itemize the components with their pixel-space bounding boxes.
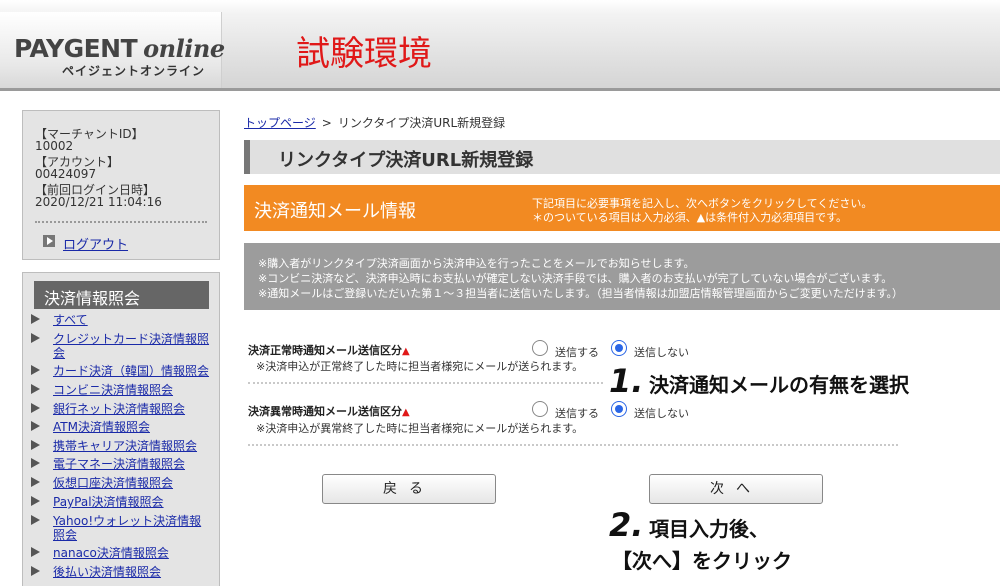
notice-line: ※コンビニ決済など、決済申込時にお支払いが確定しない決済手段では、購入者のお支払…	[258, 272, 893, 285]
sidebar-item[interactable]: Yahoo!ウォレット決済情報照会	[31, 514, 211, 542]
triangle-right-icon	[31, 403, 40, 413]
header: PAYGENT online ペイジェントオンライン 試験環境	[0, 0, 1000, 90]
triangle-right-icon	[31, 566, 40, 576]
merchant-id-value: 10002	[35, 139, 74, 153]
triangle-right-icon	[31, 440, 40, 450]
error-mail-send-label[interactable]: 送信する	[555, 405, 599, 421]
header-divider	[0, 88, 1000, 91]
last-login-value: 2020/12/21 11:04:16	[35, 195, 162, 209]
triangle-right-icon	[31, 515, 40, 525]
normal-mail-nosend-label[interactable]: 送信しない	[634, 344, 689, 360]
environment-title: 試験環境	[296, 34, 432, 74]
divider	[35, 221, 207, 223]
section-header: 決済通知メール情報 下記項目に必要事項を記入し、次へボタンをクリックしてください…	[244, 185, 1000, 231]
triangle-right-icon	[31, 458, 40, 468]
menu-title: 決済情報照会	[34, 281, 209, 309]
logout-link[interactable]: ログアウト	[63, 234, 128, 253]
triangle-right-icon	[31, 384, 40, 394]
error-mail-label: 決済異常時通知メール送信区分▲	[248, 405, 410, 418]
error-mail-send-radio[interactable]	[532, 401, 548, 417]
account-value: 00424097	[35, 167, 97, 181]
sidebar-item[interactable]: クレジットカード決済情報照会	[31, 332, 211, 360]
triangle-right-icon	[31, 547, 40, 557]
breadcrumb: トップページ > リンクタイプ決済URL新規登録	[244, 114, 505, 131]
breadcrumb-home-link[interactable]: トップページ	[244, 116, 316, 130]
sidebar-item[interactable]: 銀行ネット決済情報照会	[31, 402, 211, 416]
error-mail-nosend-radio[interactable]	[611, 401, 627, 417]
section-title: 決済通知メール情報	[254, 201, 416, 222]
sidebar-item[interactable]: 電子マネー決済情報照会	[31, 457, 211, 471]
arrow-right-icon	[43, 235, 55, 247]
error-mail-nosend-label[interactable]: 送信しない	[634, 405, 689, 421]
logo[interactable]: PAYGENT online ペイジェントオンライン	[0, 12, 225, 88]
triangle-right-icon	[31, 333, 40, 343]
triangle-right-icon	[31, 421, 40, 431]
notice-line: ※購入者がリンクタイプ決済画面から決済申込を行ったことをメールでお知らせします。	[258, 257, 695, 270]
sidebar-item[interactable]: 後払い決済情報照会	[31, 565, 211, 579]
normal-mail-nosend-radio[interactable]	[611, 340, 627, 356]
logo-subtext: ペイジェントオンライン	[62, 64, 206, 78]
page-title-bar: リンクタイプ決済URL新規登録	[244, 140, 1000, 174]
sidebar-menu: 決済情報照会 すべて クレジットカード決済情報照会 カード決済（韓国）情報照会 …	[22, 272, 220, 586]
sidebar-item[interactable]: ATM決済情報照会	[31, 420, 211, 434]
triangle-right-icon	[31, 365, 40, 375]
breadcrumb-current: リンクタイプ決済URL新規登録	[337, 116, 506, 130]
divider	[248, 444, 898, 446]
breadcrumb-separator: >	[321, 116, 332, 130]
normal-mail-send-label[interactable]: 送信する	[555, 344, 599, 360]
next-button[interactable]: 次へ	[649, 474, 823, 504]
notice-line: ※通知メールはご登録いただいた第１～３担当者に送信いたします。（担当者情報は加盟…	[258, 287, 904, 300]
sidebar-item[interactable]: コンビニ決済情報照会	[31, 383, 211, 397]
divider	[248, 382, 603, 384]
notice-box: ※購入者がリンクタイプ決済画面から決済申込を行ったことをメールでお知らせします。…	[244, 243, 1000, 310]
logo-text: PAYGENT online	[14, 34, 225, 63]
sidebar-item[interactable]: 携帯キャリア決済情報照会	[31, 439, 211, 453]
triangle-right-icon	[31, 477, 40, 487]
sidebar-item[interactable]: nanaco決済情報照会	[31, 546, 211, 560]
sidebar-item[interactable]: すべて	[31, 313, 211, 327]
triangle-right-icon	[31, 496, 40, 506]
step2-annotation: 2. 項目入力後、	[609, 506, 769, 544]
step2-annotation-line2: 【次へ】をクリック	[612, 549, 792, 573]
normal-mail-note: ※決済申込が正常終了した時に担当者様宛にメールが送られます。	[256, 360, 584, 373]
account-info-box: 【マーチャントID】 10002 【アカウント】 00424097 【前回ログイ…	[22, 110, 220, 260]
normal-mail-send-radio[interactable]	[532, 340, 548, 356]
normal-mail-label: 決済正常時通知メール送信区分▲	[248, 344, 410, 357]
sidebar-item[interactable]: 仮想口座決済情報照会	[31, 476, 211, 490]
page-title: リンクタイプ決済URL新規登録	[278, 150, 534, 171]
triangle-right-icon	[31, 314, 40, 324]
sidebar-item[interactable]: カード決済（韓国）情報照会	[31, 364, 211, 378]
back-button[interactable]: 戻る	[322, 474, 496, 504]
sidebar-item[interactable]: PayPal決済情報照会	[31, 495, 211, 509]
step1-annotation: 1. 決済通知メールの有無を選択	[609, 362, 909, 400]
section-required-note: ＊のついている項目は入力必須、▲は条件付入力必須項目です。	[532, 211, 848, 224]
error-mail-note: ※決済申込が異常終了した時に担当者様宛にメールが送られます。	[256, 422, 584, 435]
